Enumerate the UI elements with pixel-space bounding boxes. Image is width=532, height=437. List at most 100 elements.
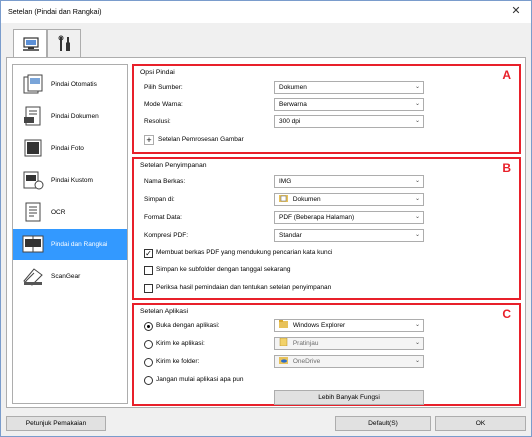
sidebar-item-label: Pindai Otomatis (51, 81, 97, 88)
application-settings-title: Setelan Aplikasi (140, 308, 188, 315)
chevron-down-icon: ⌄ (414, 118, 420, 124)
open-app-select[interactable]: Windows Explorer ⌄ (274, 319, 424, 332)
subfolder-checkbox[interactable] (144, 266, 153, 275)
image-processing-label[interactable]: Setelan Pemrosesan Gambar (158, 136, 244, 143)
settings-window: Setelan (Pindai dan Rangkai) ✕ Pindai Ot… (0, 0, 532, 437)
source-label: Pilih Sumber: (144, 84, 183, 91)
chevron-down-icon: ⌄ (414, 214, 420, 220)
defaults-button[interactable]: Default(S) (335, 416, 431, 431)
group-marker-c: C (502, 307, 511, 321)
sidebar-item-custom-scan[interactable]: Pindai Kustom (13, 165, 127, 196)
sidebar-item-document-scan[interactable]: Pindai Dokumen (13, 101, 127, 132)
scan-options-group: Opsi Pindai A Pilih Sumber: Dokumen ⌄ Mo… (132, 64, 521, 154)
sidebar-item-label: ScanGear (51, 273, 81, 280)
auto-scan-icon (23, 74, 43, 94)
stitch-scan-icon (22, 235, 44, 253)
source-value: Dokumen (279, 84, 307, 91)
filename-input[interactable]: IMG ⌄ (274, 175, 424, 188)
sidebar-item-photo-scan[interactable]: Pindai Foto (13, 133, 127, 164)
more-functions-button[interactable]: Lebih Banyak Fungsi (274, 390, 424, 405)
source-select[interactable]: Dokumen ⌄ (274, 81, 424, 94)
chevron-down-icon: ⌄ (414, 232, 420, 238)
send-app-select[interactable]: Pratinjau ⌄ (274, 337, 424, 350)
open-app-radio[interactable] (144, 322, 153, 331)
close-button[interactable]: ✕ (509, 4, 523, 18)
documents-folder-icon (279, 195, 288, 202)
review-results-checkbox[interactable] (144, 284, 153, 293)
scanner-computer-icon (23, 37, 39, 51)
send-app-label: Kirim ke aplikasi: (156, 340, 205, 347)
tab-bar (1, 23, 531, 58)
data-format-select[interactable]: PDF (Beberapa Halaman) ⌄ (274, 211, 424, 224)
no-app-radio[interactable] (144, 376, 153, 385)
chevron-down-icon: ⌄ (414, 322, 420, 328)
chevron-down-icon: ⌄ (414, 196, 420, 202)
content-panel: Pindai Otomatis Pindai Dokumen Pindai Fo… (6, 57, 526, 408)
tab-general-settings[interactable] (47, 29, 81, 57)
scan-options-title: Opsi Pindai (140, 69, 175, 76)
sidebar-item-label: Pindai dan Rangkai (51, 241, 108, 248)
data-format-value: PDF (Beberapa Halaman) (279, 214, 355, 221)
keyword-search-label: Membuat berkas PDF yang mendukung pencar… (156, 249, 333, 256)
instructions-button[interactable]: Petunjuk Pemakaian (6, 416, 106, 431)
folder-icon (279, 320, 288, 328)
no-app-label: Jangan mulai aplikasi apa pun (156, 376, 244, 383)
scangear-icon (23, 268, 43, 286)
send-folder-select[interactable]: OneDrive ⌄ (274, 355, 424, 368)
chevron-down-icon: ⌄ (414, 84, 420, 90)
ocr-icon (25, 202, 41, 222)
save-in-label: Simpan di: (144, 196, 175, 203)
resolution-label: Resolusi: (144, 118, 171, 125)
photo-scan-icon (24, 139, 42, 157)
chevron-down-icon: ⌄ (414, 178, 420, 184)
pdf-compression-value: Standar (279, 232, 302, 239)
sidebar-item-scangear[interactable]: ScanGear (13, 261, 127, 292)
pdf-compression-label: Kompresi PDF: (144, 232, 189, 239)
chevron-down-icon: ⌄ (414, 358, 420, 364)
group-marker-a: A (502, 68, 511, 82)
sidebar-item-label: OCR (51, 209, 66, 216)
ok-button[interactable]: OK (435, 416, 526, 431)
sidebar-item-ocr[interactable]: OCR (13, 197, 127, 228)
send-app-radio[interactable] (144, 340, 153, 349)
expand-image-processing-button[interactable]: + (144, 135, 154, 145)
group-marker-b: B (502, 161, 511, 175)
send-folder-value: OneDrive (292, 358, 321, 365)
chevron-down-icon: ⌄ (414, 340, 420, 346)
chevron-down-icon: ⌄ (414, 101, 420, 107)
save-in-select[interactable]: Dokumen ⌄ (274, 193, 424, 206)
data-format-label: Format Data: (144, 214, 182, 221)
color-mode-value: Berwarna (279, 101, 307, 108)
filename-value: IMG (279, 178, 292, 185)
color-mode-select[interactable]: Berwarna ⌄ (274, 98, 424, 111)
subfolder-label: Simpan ke subfolder dengan tanggal sekar… (156, 266, 291, 273)
onedrive-folder-icon (279, 357, 288, 364)
send-folder-label: Kirim ke folder: (156, 358, 200, 365)
keyword-search-checkbox[interactable]: ✓ (144, 249, 153, 258)
scan-type-list: Pindai Otomatis Pindai Dokumen Pindai Fo… (12, 64, 128, 404)
send-folder-radio[interactable] (144, 358, 153, 367)
custom-scan-icon (23, 171, 44, 190)
sidebar-item-auto-scan[interactable]: Pindai Otomatis (13, 69, 127, 100)
tab-scan[interactable] (13, 29, 47, 58)
open-app-value: Windows Explorer (292, 322, 346, 329)
send-app-value: Pratinjau (292, 340, 319, 347)
title-bar: Setelan (Pindai dan Rangkai) ✕ (1, 1, 531, 23)
sidebar-item-label: Pindai Dokumen (51, 113, 99, 120)
save-settings-title: Setelan Penyimpanan (140, 162, 207, 169)
application-settings-group: Setelan Aplikasi C Buka dengan aplikasi:… (132, 303, 521, 406)
resolution-select[interactable]: 300 dpi ⌄ (274, 115, 424, 128)
open-app-label: Buka dengan aplikasi: (156, 322, 220, 329)
tools-icon (58, 35, 70, 51)
color-mode-label: Mode Warna: (144, 101, 183, 108)
document-scan-icon (24, 106, 41, 126)
sidebar-item-label: Pindai Kustom (51, 177, 93, 184)
filename-label: Nama Berkas: (144, 178, 186, 185)
window-title: Setelan (Pindai dan Rangkai) (8, 7, 102, 16)
save-in-value: Dokumen (292, 196, 321, 203)
resolution-value: 300 dpi (279, 118, 301, 125)
pdf-compression-select[interactable]: Standar ⌄ (274, 229, 424, 242)
preview-app-icon (279, 338, 288, 346)
sidebar-item-stitch-scan[interactable]: Pindai dan Rangkai (13, 229, 127, 260)
sidebar-item-label: Pindai Foto (51, 145, 84, 152)
